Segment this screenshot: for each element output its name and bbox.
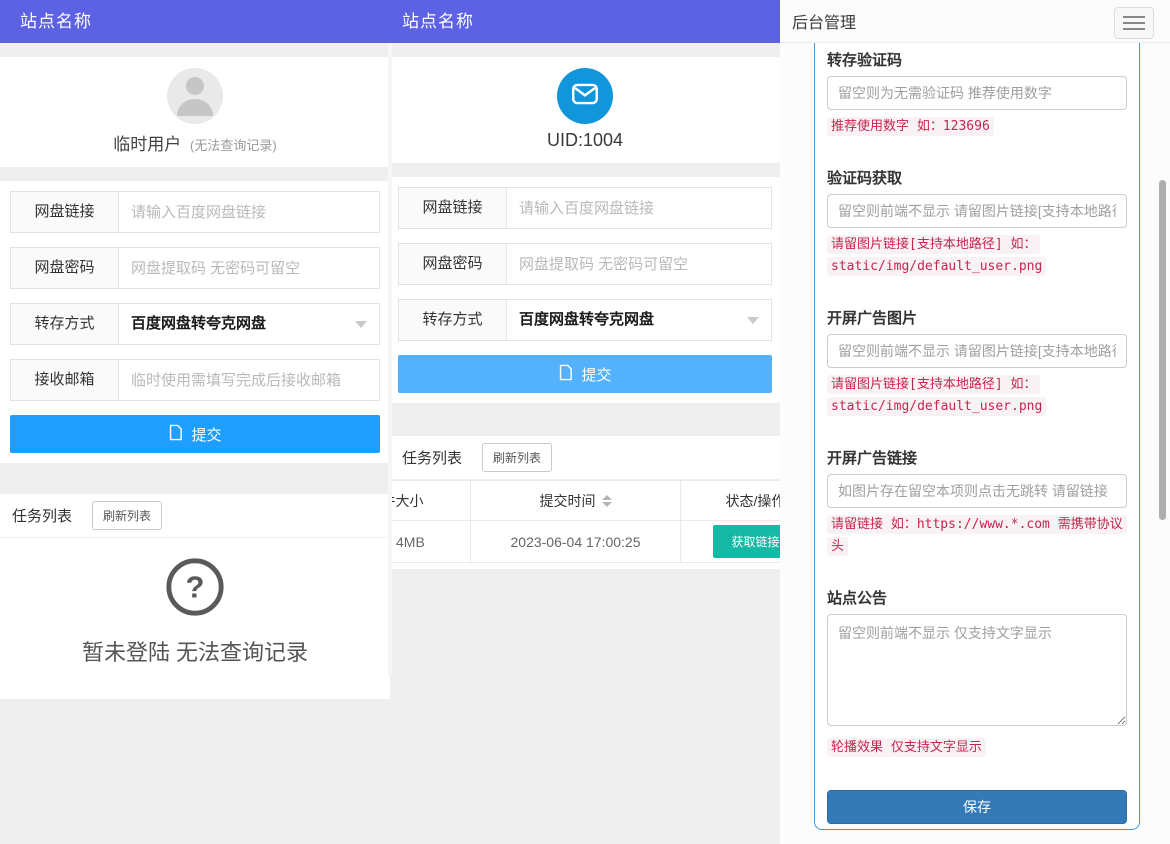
field-label: 转存验证码 — [827, 49, 1127, 70]
site-title: 站点名称 — [402, 12, 474, 31]
svg-text:?: ? — [186, 570, 205, 605]
field-hint: 轮播效果 仅支持文字显示 — [827, 738, 986, 757]
table-row: 4MB 2023-06-04 17:00:25 获取链接 — [390, 521, 780, 563]
password-label: 网盘密码 — [399, 244, 507, 284]
form-row-password: 网盘密码 — [10, 247, 380, 289]
table-header-row: 文件大小 提交时间 状态/操作 — [390, 481, 780, 521]
link-input[interactable] — [507, 188, 771, 228]
field-label: 站点公告 — [827, 587, 1127, 608]
user-name: 临时用户 — [113, 135, 181, 154]
question-circle-icon: ? — [164, 605, 226, 622]
password-label: 网盘密码 — [11, 248, 119, 288]
avatar — [167, 68, 223, 124]
site-header: 站点名称 — [390, 0, 780, 43]
method-label: 转存方式 — [11, 304, 119, 344]
captcha-source-input[interactable] — [827, 194, 1127, 228]
task-list-title: 任务列表 — [12, 505, 72, 526]
section-site-notice: 站点公告 轮播效果 仅支持文字显示 — [827, 587, 1127, 758]
section-captcha-source: 验证码获取 请留图片链接[支持本地路径] 如：static/img/defaul… — [827, 167, 1127, 277]
submit-button[interactable]: 提交 — [398, 355, 772, 393]
task-list-header: 任务列表 刷新列表 — [390, 436, 780, 480]
cell-size: 4MB — [390, 521, 471, 563]
email-input[interactable] — [119, 360, 379, 400]
task-list-section: 任务列表 刷新列表 文件大小 提交时间 状态/操作 — [390, 436, 780, 569]
field-hint: 请留图片链接[支持本地路径] 如：static/img/default_user… — [827, 375, 1046, 416]
get-link-button[interactable]: 获取链接 — [713, 525, 780, 558]
password-input[interactable] — [507, 244, 771, 284]
refresh-list-button[interactable]: 刷新列表 — [92, 501, 162, 530]
form-row-email: 接收邮箱 — [10, 359, 380, 401]
splash-ad-link-input[interactable] — [827, 474, 1127, 508]
mail-badge — [557, 68, 613, 124]
task-list-header: 任务列表 刷新列表 — [0, 494, 390, 538]
form-row-link: 网盘链接 — [10, 191, 380, 233]
task-table-wrap: 文件大小 提交时间 状态/操作 4MB 2023-06-04 17:00:25 — [390, 480, 780, 569]
column-status: 状态/操作 — [681, 481, 781, 521]
cell-action: 获取链接 — [681, 521, 781, 563]
task-list-title: 任务列表 — [402, 447, 462, 468]
section-splash-ad-link: 开屏广告链接 请留链接 如：https://www.*.com 需携带协议头 — [827, 447, 1127, 557]
site-title: 站点名称 — [20, 12, 92, 31]
refresh-list-button[interactable]: 刷新列表 — [482, 443, 552, 472]
panel-site-guest: 站点名称 临时用户 (无法查询记录) 网盘链接 — [0, 0, 390, 844]
submit-button[interactable]: 提交 — [10, 415, 380, 453]
empty-message: 暂未登陆 无法查询记录 — [0, 635, 390, 667]
user-card: 临时用户 (无法查询记录) — [0, 57, 390, 167]
panel-site-user: 站点名称 UID:1004 网盘链接 网盘密码 — [390, 0, 780, 844]
user-avatar-icon — [167, 68, 223, 124]
link-input[interactable] — [119, 192, 379, 232]
form-row-method[interactable]: 转存方式 百度网盘转夸克网盘 — [10, 303, 380, 345]
hamburger-menu-icon[interactable] — [1114, 7, 1154, 39]
envelope-icon — [569, 78, 601, 115]
method-select-value[interactable]: 百度网盘转夸克网盘 — [507, 300, 747, 340]
column-size: 文件大小 — [390, 481, 471, 521]
task-list-section: 任务列表 刷新列表 ? 暂未登陆 无法查询记录 — [0, 494, 390, 699]
column-time[interactable]: 提交时间 — [471, 481, 681, 521]
password-input[interactable] — [119, 248, 379, 288]
section-transfer-captcha: 转存验证码 推荐使用数字 如：123696 — [827, 49, 1127, 137]
sort-icon[interactable] — [602, 495, 612, 507]
uid-text: UID:1004 — [390, 130, 780, 151]
empty-state: ? 暂未登陆 无法查询记录 — [0, 538, 390, 699]
save-button[interactable]: 保存 — [827, 790, 1127, 824]
admin-header: 后台管理 — [780, 0, 1170, 43]
link-label: 网盘链接 — [399, 188, 507, 228]
site-header: 站点名称 — [0, 0, 390, 43]
uid-card: UID:1004 — [390, 57, 780, 163]
site-notice-textarea[interactable] — [827, 614, 1127, 726]
transfer-form: 网盘链接 网盘密码 转存方式 百度网盘转夸克网盘 接收邮箱 — [0, 181, 390, 463]
admin-settings-form: 转存验证码 推荐使用数字 如：123696 验证码获取 请留图片链接[支持本地路… — [814, 0, 1140, 830]
document-icon — [558, 364, 573, 385]
method-label: 转存方式 — [399, 300, 507, 340]
user-note: (无法查询记录) — [190, 138, 277, 153]
field-label: 开屏广告图片 — [827, 307, 1127, 328]
form-row-link: 网盘链接 — [398, 187, 772, 229]
submit-label: 提交 — [191, 424, 221, 445]
form-row-method[interactable]: 转存方式 百度网盘转夸克网盘 — [398, 299, 772, 341]
method-select-value[interactable]: 百度网盘转夸克网盘 — [119, 304, 355, 344]
splash-ad-image-input[interactable] — [827, 334, 1127, 368]
field-hint: 推荐使用数字 如：123696 — [827, 117, 994, 136]
admin-title: 后台管理 — [780, 9, 856, 33]
field-hint: 请留图片链接[支持本地路径] 如：static/img/default_user… — [827, 235, 1046, 276]
form-row-password: 网盘密码 — [398, 243, 772, 285]
panel-admin: 转存验证码 推荐使用数字 如：123696 验证码获取 请留图片链接[支持本地路… — [780, 0, 1170, 844]
link-label: 网盘链接 — [11, 192, 119, 232]
field-label: 开屏广告链接 — [827, 447, 1127, 468]
field-hint: 请留链接 如：https://www.*.com 需携带协议头 — [827, 515, 1127, 556]
app-root: 站点名称 临时用户 (无法查询记录) 网盘链接 — [0, 0, 1170, 844]
email-label: 接收邮箱 — [11, 360, 119, 400]
panel-divider — [388, 43, 392, 676]
document-icon — [168, 424, 183, 445]
page-scrollbar[interactable] — [1159, 180, 1166, 520]
field-label: 验证码获取 — [827, 167, 1127, 188]
submit-label: 提交 — [581, 364, 611, 385]
chevron-down-icon — [355, 321, 367, 328]
cell-time: 2023-06-04 17:00:25 — [471, 521, 681, 563]
section-splash-ad-image: 开屏广告图片 请留图片链接[支持本地路径] 如：static/img/defau… — [827, 307, 1127, 417]
chevron-down-icon — [747, 317, 759, 324]
task-table: 文件大小 提交时间 状态/操作 4MB 2023-06-04 17:00:25 — [390, 480, 780, 563]
transfer-form: 网盘链接 网盘密码 转存方式 百度网盘转夸克网盘 提交 — [390, 177, 780, 403]
transfer-captcha-input[interactable] — [827, 76, 1127, 110]
